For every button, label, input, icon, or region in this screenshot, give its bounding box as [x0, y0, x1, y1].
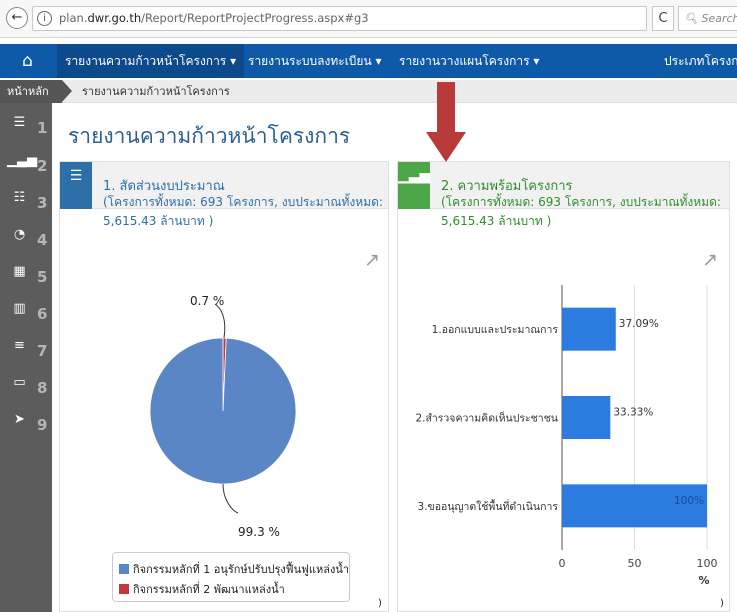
legend-item-2[interactable]: กิจกรรมหลักที่ 2 พัฒนาแหล่งน้ำ — [119, 580, 285, 598]
monitor-icon: ▭ — [13, 375, 26, 390]
location-arrow-icon: ➤ — [14, 412, 25, 427]
sidebar-number: 4 — [37, 231, 48, 249]
sidebar-number: 9 — [37, 416, 48, 434]
footnote: ) — [720, 598, 724, 609]
sidebar-number: 7 — [37, 342, 48, 360]
pie-leader-big — [222, 483, 239, 514]
bar-chart-icon: ▥ — [13, 301, 26, 316]
sidebar-item-1[interactable]: ☰ 1 — [7, 109, 48, 139]
sidebar: ☰ 1 ▁▃▅ 2 ☷ 3 ◔ 4 ▦ 5 ▥ 6 ≡ 7 ▭ 8 ➤ 9 — [0, 103, 52, 612]
category-label: 1.ออกแบบและประมาณการ — [432, 324, 559, 336]
sidebar-item-5[interactable]: ▦ 5 — [7, 258, 47, 288]
bar-1 — [562, 307, 616, 351]
sidebar-number: 5 — [37, 268, 48, 286]
url-text: plan.dwr.go.th/Report/ReportProjectProgr… — [59, 11, 369, 25]
pie-label-small: 0.7 % — [190, 294, 225, 308]
signal-icon: ▁▃▅ — [7, 153, 37, 168]
url-domain: dwr.go.th — [87, 11, 142, 25]
chart-legend: กิจกรรมหลักที่ 1 อนุรักษ์ปรับปรุงฟื้นฟูแ… — [112, 552, 350, 602]
sidebar-item-8[interactable]: ▭ 8 — [7, 369, 47, 399]
budget-ratio-card: ☰ 1. สัดส่วนงบประมาณ (โครงการทั้งหมด: 69… — [59, 161, 389, 612]
main-navbar: ⌂ รายงานความก้าวหน้าโครงการ ▾ รายงานระบบ… — [0, 44, 737, 78]
breadcrumb-home[interactable]: หน้าหลัก — [0, 80, 72, 103]
browser-address-bar: ← i plan.dwr.go.th/Report/ReportProjectP… — [0, 0, 737, 38]
category-label: 2.สำรวจความคิดเห็นประชาชน — [415, 411, 558, 425]
data-label: 33.33% — [613, 407, 653, 419]
sidebar-item-4[interactable]: ◔ 4 — [7, 221, 48, 251]
x-tick-label: 0 — [559, 557, 566, 570]
data-label: 37.09% — [619, 318, 659, 330]
breadcrumb-current: รายงานความก้าวหน้าโครงการ — [82, 85, 230, 98]
x-tick-label: 100 — [697, 557, 718, 570]
nav-item-project-type[interactable]: ประเภทโครงก — [656, 44, 737, 78]
sidebar-item-9[interactable]: ➤ 9 — [7, 406, 47, 436]
url-field[interactable]: i plan.dwr.go.th/Report/ReportProjectPro… — [32, 6, 647, 31]
x-tick-label: 50 — [628, 557, 642, 570]
search-field[interactable]: 🔍︎ Search — [678, 6, 737, 31]
home-icon[interactable]: ⌂ — [0, 44, 55, 78]
calendar-icon: ▦ — [13, 264, 26, 279]
page-title: รายงานความก้าวหน้าโครงการ — [68, 124, 351, 148]
sidebar-item-2[interactable]: ▁▃▅ 2 — [7, 147, 47, 177]
menu-icon: ≡ — [14, 338, 25, 353]
sidebar-number: 3 — [37, 194, 48, 212]
url-path: /Report/ReportProjectProgress.aspx#g3 — [141, 11, 369, 25]
sidebar-item-7[interactable]: ≡ 7 — [7, 332, 47, 362]
nav-item-registration[interactable]: รายงานระบบลงทะเบียน ▾ — [240, 44, 390, 78]
search-placeholder: Search — [701, 12, 737, 25]
legend-item-1[interactable]: กิจกรรมหลักที่ 1 อนุรักษ์ปรับปรุงฟื้นฟูแ… — [119, 560, 349, 578]
sidebar-item-6[interactable]: ▥ 6 — [7, 295, 47, 325]
pie-leader-small — [214, 303, 226, 339]
x-axis-label: % — [698, 574, 709, 587]
pie-label-big: 99.3 % — [238, 525, 280, 539]
table-icon: ☷ — [13, 190, 26, 205]
list-icon: ☰ — [13, 115, 26, 130]
nav-item-project-progress[interactable]: รายงานความก้าวหน้าโครงการ ▾ — [57, 44, 245, 78]
dashboard-icon: ◔ — [13, 227, 26, 242]
sidebar-number: 1 — [37, 119, 48, 137]
bar-2 — [562, 396, 611, 439]
back-button[interactable]: ← — [6, 7, 28, 29]
nav-item-project-planning[interactable]: รายงานวางแผนโครงการ ▾ — [391, 44, 547, 78]
bar-chart: 0 50 100 1.ออกแบบและประมาณการ 37.09% 2.สำรวจค… — [415, 285, 718, 587]
breadcrumb: หน้าหลัก รายงานความก้าวหน้าโครงการ — [0, 80, 737, 103]
sidebar-number: 8 — [37, 379, 48, 397]
pie-chart — [149, 303, 297, 514]
info-icon[interactable]: i — [37, 11, 52, 26]
sidebar-number: 6 — [37, 305, 48, 323]
sidebar-item-3[interactable]: ☷ 3 — [7, 184, 48, 214]
url-prefix: plan. — [59, 11, 88, 25]
pie-slice-1 — [149, 337, 297, 485]
refresh-button[interactable]: C — [652, 6, 674, 31]
red-down-arrow-annotation — [426, 82, 466, 162]
data-label: 100% — [674, 495, 704, 507]
sidebar-number: 2 — [37, 157, 48, 175]
footnote: ) — [378, 598, 382, 609]
project-readiness-card: ▁▃▅ 2. ความพร้อมโครงการ (โครงการทั้งหมด:… — [397, 161, 730, 612]
category-label: 3.ขออนุญาตใช้พื้นที่ดำเนินการ — [418, 499, 559, 513]
legend-label: กิจกรรมหลักที่ 2 พัฒนาแหล่งน้ำ — [133, 583, 285, 596]
legend-label: กิจกรรมหลักที่ 1 อนุรักษ์ปรับปรุงฟื้นฟูแ… — [133, 563, 350, 576]
